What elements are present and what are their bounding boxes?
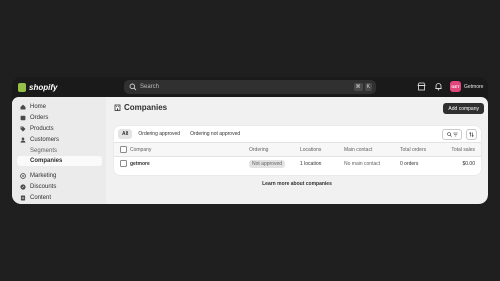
store-name: Getmore xyxy=(464,83,484,90)
search-shortcut: ⌘ K xyxy=(353,83,372,91)
store-icon[interactable] xyxy=(417,82,426,91)
store-avatar: GET xyxy=(450,81,461,92)
sidebar-item-label: Discounts xyxy=(30,184,57,190)
shopify-logo[interactable]: shopify xyxy=(18,82,57,92)
sidebar-item-segments[interactable]: Segments xyxy=(17,146,102,156)
main-content: Companies Add company All Ordering appro… xyxy=(106,97,488,204)
top-bar: shopify Search ⌘ K GET Getmore xyxy=(12,77,488,97)
sidebar-item-discounts[interactable]: Discounts xyxy=(17,182,102,192)
sidebar-item-label: Marketing xyxy=(30,173,57,179)
column-header-locations: Locations xyxy=(300,146,322,153)
locations-value: 1 location xyxy=(300,160,322,167)
sort-icon xyxy=(469,132,474,137)
sidebar-item-label: Segments xyxy=(30,148,58,154)
table-row[interactable]: getmore Not approved 1 location No main … xyxy=(114,156,481,171)
add-company-button[interactable]: Add company xyxy=(443,103,484,114)
building-icon xyxy=(114,104,121,111)
tab-all[interactable]: All xyxy=(118,129,133,139)
tag-icon xyxy=(20,126,26,132)
search-filter-button[interactable] xyxy=(442,129,462,140)
tab-ordering-not-approved[interactable]: Ordering not approved xyxy=(186,129,244,139)
sidebar-item-orders[interactable]: Orders xyxy=(17,113,102,123)
sidebar-item-content[interactable]: Content xyxy=(17,193,102,203)
search-icon xyxy=(446,132,452,137)
sidebar-item-customers[interactable]: Customers xyxy=(17,135,102,145)
select-all-checkbox[interactable] xyxy=(120,143,127,156)
sidebar-item-marketing[interactable]: Marketing xyxy=(17,171,102,181)
total-orders-value: 0 orders xyxy=(400,160,419,167)
home-icon xyxy=(20,104,26,110)
discount-icon xyxy=(20,184,26,190)
total-sales-value: $0.00 xyxy=(462,160,475,167)
table-tools xyxy=(442,129,477,140)
sidebar-item-companies[interactable]: Companies xyxy=(17,156,102,166)
filter-icon xyxy=(452,132,458,137)
column-header-total-orders: Total orders xyxy=(400,146,427,153)
column-header-main-contact: Main contact xyxy=(344,146,373,153)
sidebar-item-label: Orders xyxy=(30,115,49,121)
bell-icon[interactable] xyxy=(434,82,443,91)
tab-ordering-approved[interactable]: Ordering approved xyxy=(134,129,184,139)
column-header-company[interactable]: Company xyxy=(130,143,151,156)
row-checkbox[interactable] xyxy=(120,156,127,171)
ordering-status: Not approved xyxy=(249,156,286,171)
filter-tabs: All Ordering approved Ordering not appro… xyxy=(118,129,244,139)
column-header-ordering: Ordering xyxy=(249,146,269,153)
column-header-total-sales: Total sales xyxy=(451,146,475,153)
company-name[interactable]: getmore xyxy=(130,156,150,171)
sidebar-item-label: Home xyxy=(30,104,47,110)
learn-more-link[interactable]: Learn more about companies xyxy=(106,181,488,187)
person-icon xyxy=(20,137,26,143)
search-icon xyxy=(129,83,137,91)
shopify-bag-icon xyxy=(18,82,26,92)
search-bar[interactable]: Search ⌘ K xyxy=(124,80,376,94)
document-icon xyxy=(20,195,26,201)
shortcut-key-cmd: ⌘ xyxy=(353,83,363,91)
sidebar-item-label: Companies xyxy=(30,158,63,164)
sidebar-item-label: Content xyxy=(30,195,52,201)
companies-card: All Ordering approved Ordering not appro… xyxy=(114,126,481,175)
sidebar: Home Orders Products Customers Segments … xyxy=(12,97,106,204)
sort-button[interactable] xyxy=(466,129,477,140)
logo-text: shopify xyxy=(29,82,58,92)
page-title-text: Companies xyxy=(124,103,168,112)
target-icon xyxy=(20,173,26,179)
app-window: shopify Search ⌘ K GET Getmore Home Orde… xyxy=(12,77,488,204)
store-switcher[interactable]: GET Getmore xyxy=(450,81,483,92)
status-badge: Not approved xyxy=(249,159,286,168)
admin-body: Home Orders Products Customers Segments … xyxy=(12,97,488,204)
search-placeholder: Search xyxy=(140,84,160,90)
sidebar-item-products[interactable]: Products xyxy=(17,124,102,134)
sidebar-item-home[interactable]: Home xyxy=(17,102,102,112)
page-title: Companies xyxy=(114,103,167,112)
main-contact-value: No main contact xyxy=(344,160,381,167)
sidebar-item-label: Products xyxy=(30,126,54,132)
sidebar-item-label: Customers xyxy=(30,137,60,143)
inbox-icon xyxy=(20,115,26,121)
shortcut-key-k: K xyxy=(364,83,372,91)
table-header: Company Ordering Locations Main contact … xyxy=(114,142,481,157)
